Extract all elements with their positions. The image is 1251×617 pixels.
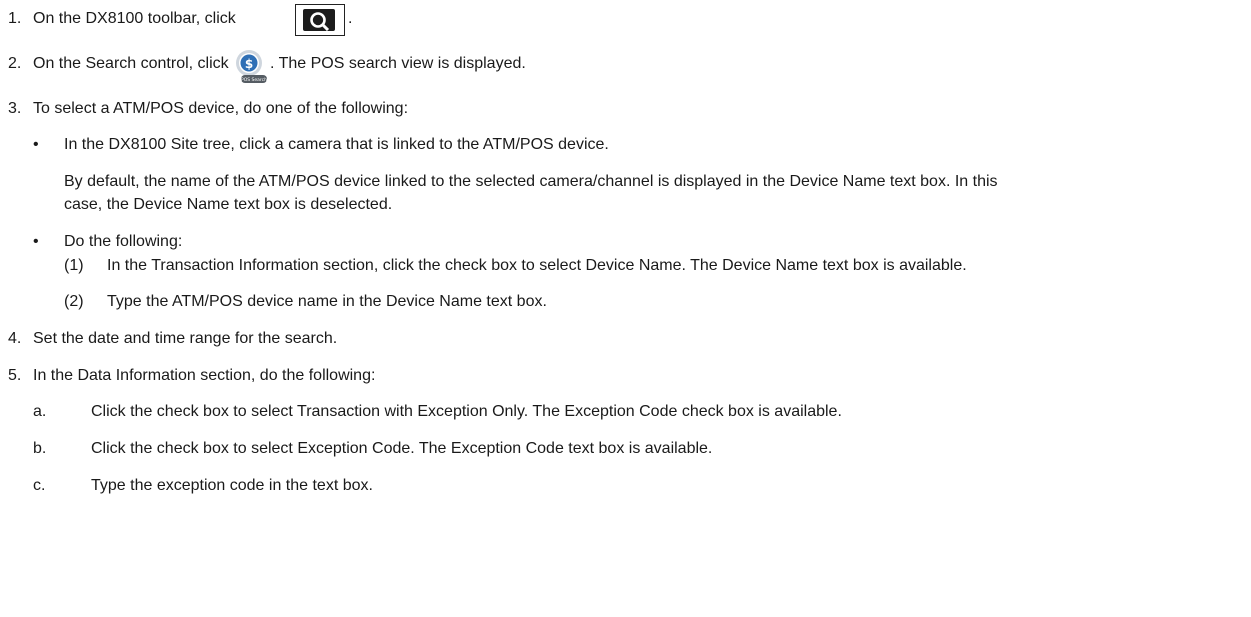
step-text-end: . <box>348 10 353 27</box>
svg-text:POS Search: POS Search <box>241 77 267 83</box>
step-text: On the Search control, click <box>33 55 229 72</box>
substep-number: (2) <box>64 293 84 310</box>
substep-letter: b. <box>33 440 47 457</box>
paragraph-text: By default, the name of the ATM/POS devi… <box>64 173 998 190</box>
bullet-marker: • <box>33 136 39 153</box>
bullet-text: In the DX8100 Site tree, click a camera … <box>64 136 609 153</box>
search-toolbar-icon <box>295 4 345 36</box>
magnifier-icon <box>310 12 330 32</box>
substep-text: In the Transaction Information section, … <box>107 257 967 274</box>
substep-letter: a. <box>33 403 47 420</box>
step-text: In the Data Information section, do the … <box>33 367 376 384</box>
step-number: 3. <box>8 100 22 117</box>
substep-text: Click the check box to select Exception … <box>91 440 713 457</box>
substep-letter: c. <box>33 477 46 494</box>
step-text-end: . The POS search view is displayed. <box>270 55 526 72</box>
step-text: To select a ATM/POS device, do one of th… <box>33 100 409 117</box>
svg-text:$: $ <box>245 57 253 71</box>
bullet-marker: • <box>33 233 39 250</box>
step-number: 5. <box>8 367 22 384</box>
paragraph-text: case, the Device Name text box is desele… <box>64 196 393 213</box>
substep-number: (1) <box>64 257 84 274</box>
substep-text: Type the ATM/POS device name in the Devi… <box>107 293 547 310</box>
step-number: 4. <box>8 330 22 347</box>
step-number: 1. <box>8 10 22 27</box>
substep-text: Click the check box to select Transactio… <box>91 403 842 420</box>
substep-text: Type the exception code in the text box. <box>91 477 373 494</box>
pos-search-icon: $ POS Search <box>230 48 268 84</box>
step-text: On the DX8100 toolbar, click <box>33 10 236 27</box>
bullet-text: Do the following: <box>64 233 183 250</box>
step-text: Set the date and time range for the sear… <box>33 330 338 347</box>
step-number: 2. <box>8 55 22 72</box>
